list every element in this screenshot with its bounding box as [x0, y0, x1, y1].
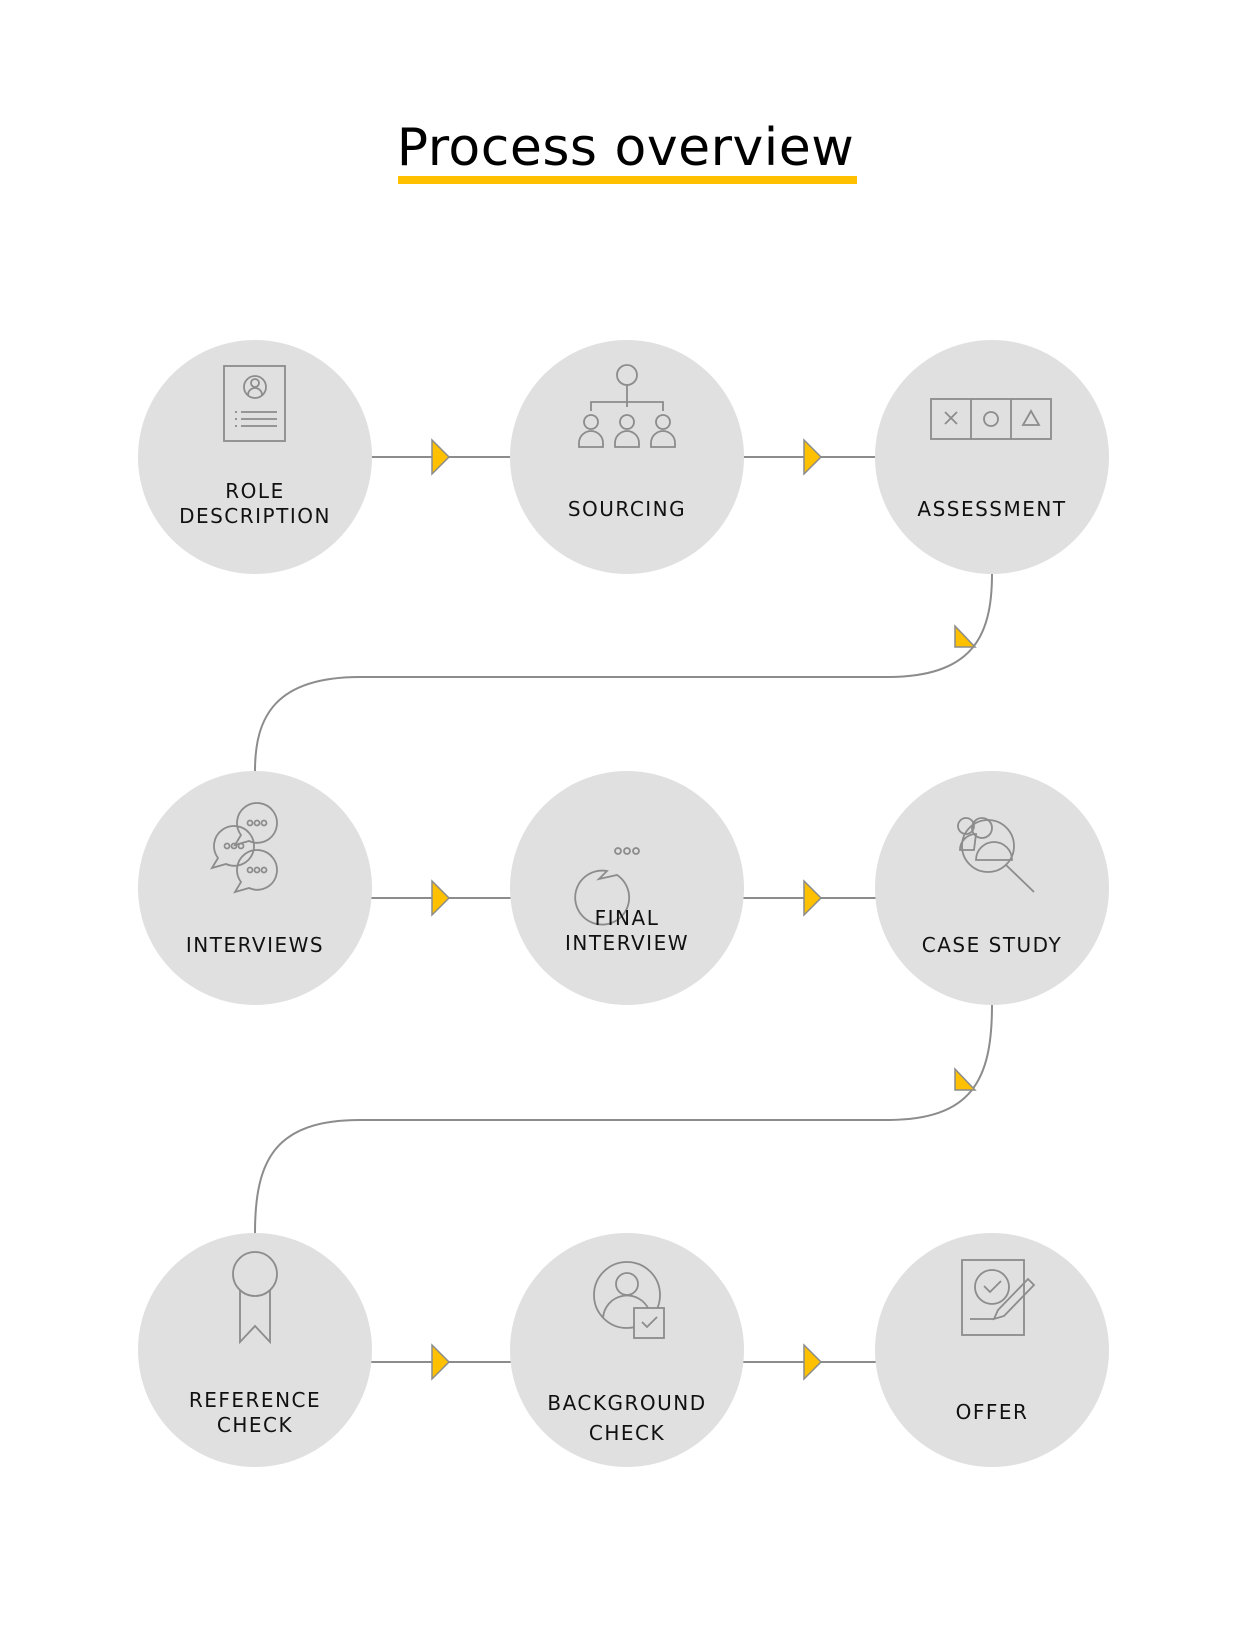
step-label-role-description: ROLE DESCRIPTION: [155, 479, 355, 529]
arrow-marker: [803, 438, 823, 476]
arrow-marker: [431, 438, 451, 476]
step-circle-case-study: [875, 771, 1109, 1005]
step-label-offer: OFFER: [892, 1400, 1092, 1425]
arrow-marker: [803, 879, 823, 917]
process-flow-diagram: [138, 340, 1109, 1467]
step-label-line: DESCRIPTION: [179, 504, 331, 528]
step-label-sourcing: SOURCING: [527, 497, 727, 522]
step-label-final-interview: FINAL INTERVIEW: [527, 906, 727, 956]
step-label-interviews: INTERVIEWS: [155, 933, 355, 958]
step-circle-assessment: [875, 340, 1109, 574]
step-label-line: FINAL: [594, 906, 660, 930]
step-circle-offer: [875, 1233, 1109, 1467]
step-label-line: SOURCING: [567, 497, 687, 521]
arrow-marker: [803, 1343, 823, 1381]
step-label-line: CHECK: [588, 1421, 666, 1445]
step-label-assessment: ASSESSMENT: [892, 497, 1092, 522]
step-label-background-check: BACKGROUND CHECK: [527, 1388, 727, 1448]
step-label-line: INTERVIEW: [564, 931, 689, 955]
step-label-line: BACKGROUND: [547, 1391, 707, 1415]
arrow-marker: [431, 879, 451, 917]
step-label-line: OFFER: [955, 1400, 1029, 1424]
step-label-line: CASE STUDY: [921, 933, 1063, 957]
arrow-marker: [954, 624, 977, 648]
step-circle-sourcing: [510, 340, 744, 574]
step-label-case-study: CASE STUDY: [892, 933, 1092, 958]
step-circle-interviews: [138, 771, 372, 1005]
row-connector-curve: [254, 1004, 993, 1234]
step-label-line: REFERENCE: [188, 1388, 322, 1412]
step-label-reference-check: REFERENCE CHECK: [155, 1388, 355, 1438]
step-label-line: CHECK: [216, 1413, 294, 1437]
arrow-marker: [431, 1343, 451, 1381]
step-label-line: INTERVIEWS: [185, 933, 325, 957]
row-connector-curve: [254, 573, 993, 772]
arrow-marker: [954, 1067, 977, 1091]
step-label-line: ASSESSMENT: [917, 497, 1067, 521]
step-label-line: ROLE: [225, 479, 285, 503]
